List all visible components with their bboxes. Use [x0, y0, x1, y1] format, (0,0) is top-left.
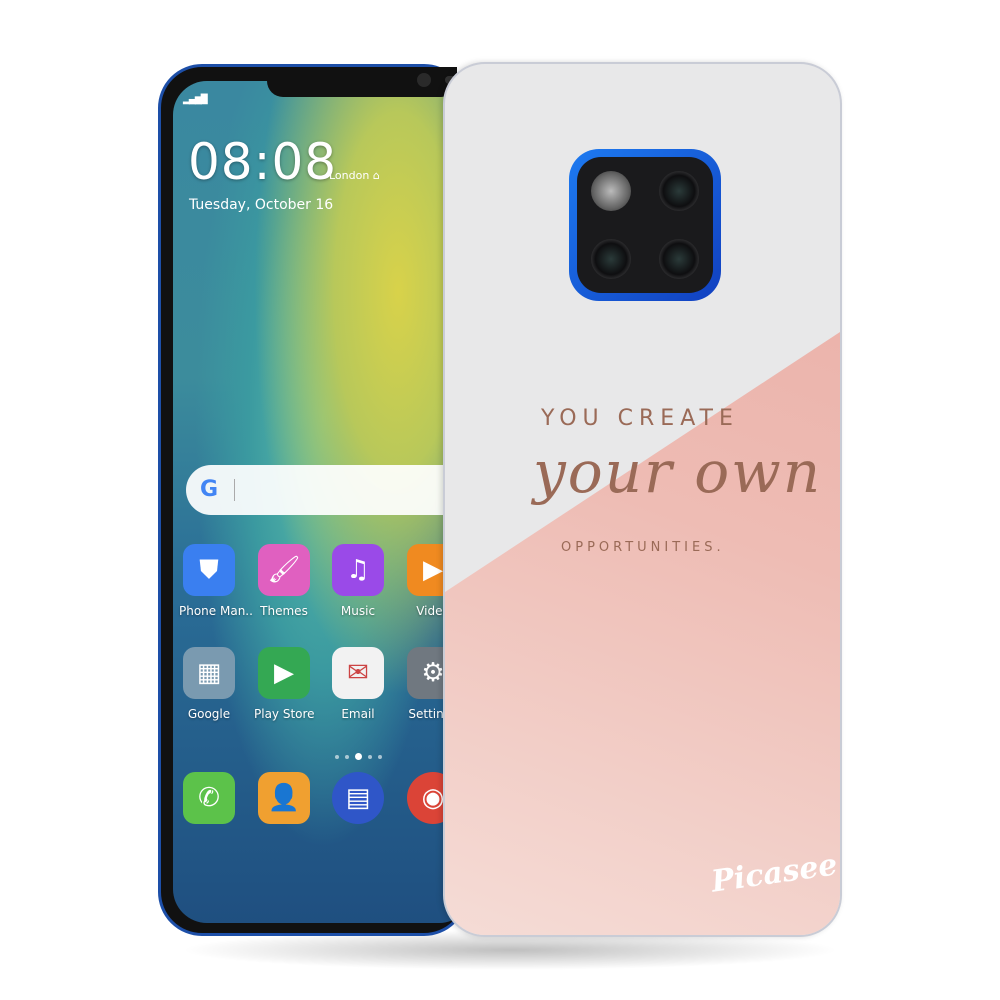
- clock-time: 08:08: [188, 133, 338, 191]
- dock-messages[interactable]: ▤: [328, 772, 388, 824]
- home-screen: ▂▄▆█ 08:08 London ⌂ Tuesday, October 16 …: [173, 81, 473, 923]
- google-g-icon: G: [200, 477, 219, 502]
- front-camera-icon: [417, 73, 431, 87]
- messages-icon: ▤: [332, 772, 384, 824]
- camera-lens-icon: [659, 239, 699, 279]
- flash-icon: [591, 171, 631, 211]
- app-label: Phone Man..: [179, 604, 253, 618]
- contacts-icon: 👤: [258, 772, 310, 824]
- phone-front: ▂▄▆█ 08:08 London ⌂ Tuesday, October 16 …: [158, 64, 483, 936]
- home-icon: ⌂: [372, 169, 380, 182]
- shield-icon: ⛊: [183, 544, 235, 596]
- dock-phone[interactable]: ✆: [179, 772, 239, 824]
- app-label: Play Store: [254, 707, 315, 721]
- app-label: Music: [340, 604, 376, 618]
- camera-module: [569, 149, 721, 301]
- app-themes[interactable]: 🖌 Themes: [254, 544, 314, 618]
- text-cursor: [234, 479, 235, 501]
- google-search-bar[interactable]: G: [186, 465, 473, 515]
- app-label: Google: [187, 707, 231, 721]
- music-note-icon: ♫: [332, 544, 384, 596]
- page-indicator: [335, 753, 382, 760]
- envelope-icon: ✉: [332, 647, 384, 699]
- clock-date: Tuesday, October 16: [189, 197, 334, 213]
- quote-line-1: YOU CREATE: [541, 406, 739, 431]
- app-label: Themes: [260, 604, 308, 618]
- app-phone-man-[interactable]: ⛊ Phone Man..: [179, 544, 253, 618]
- app-play-store[interactable]: ▶ Play Store: [254, 647, 315, 721]
- notch: [267, 67, 483, 97]
- camera-lens-icon: [659, 171, 699, 211]
- quote-line-3: OPPORTUNITIES.: [561, 540, 725, 555]
- app-label: Email: [341, 707, 375, 721]
- paintbrush-icon: 🖌: [258, 544, 310, 596]
- phone-case-back: YOU CREATE your own OPPORTUNITIES. Picas…: [443, 62, 842, 937]
- clock-city: London ⌂: [329, 169, 380, 182]
- folder-icon: ▦: [183, 647, 235, 699]
- play-store-icon: ▶: [258, 647, 310, 699]
- camera-lens-icon: [591, 239, 631, 279]
- app-music[interactable]: ♫ Music: [328, 544, 388, 618]
- quote-line-2: your own: [533, 438, 823, 506]
- phone-icon: ✆: [183, 772, 235, 824]
- app-email[interactable]: ✉ Email: [328, 647, 388, 721]
- signal-bars-icon: ▂▄▆█: [183, 95, 208, 105]
- dock-contacts[interactable]: 👤: [254, 772, 314, 824]
- app-google[interactable]: ▦ Google: [179, 647, 239, 721]
